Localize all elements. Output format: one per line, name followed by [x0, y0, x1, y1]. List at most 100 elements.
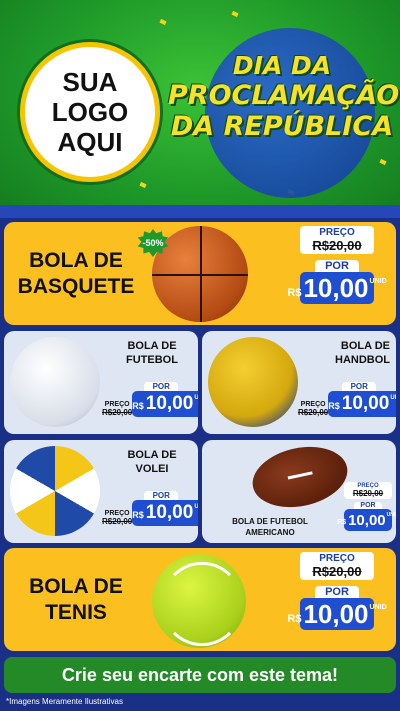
- currency: R$: [287, 287, 302, 299]
- product-title-line2: VOLEI: [135, 463, 169, 475]
- hero-title-line1: DIA DA: [232, 51, 332, 80]
- hero-title: DIA DA PROCLAMAÇÃO DA REPÚBLICA: [168, 51, 400, 142]
- new-price: 10,00: [145, 502, 194, 523]
- unit-label: UNID: [369, 278, 387, 285]
- product-card-handbol[interactable]: BOLA DE HANDBOL PREÇO R$20,00 POR R$ 10,…: [202, 331, 396, 434]
- unit-label: UNID: [386, 512, 396, 518]
- hero-banner: SUA LOGO AQUI DIA DA PROCLAMAÇÃO DA REPÚ…: [0, 0, 400, 218]
- product-title: BOLA DE FUTEBOL AMERICANO: [220, 516, 320, 538]
- old-price-box: PREÇO R$20,00: [344, 482, 392, 499]
- old-price: R$20,00: [352, 489, 384, 498]
- old-price-box: PREÇO R$20,00: [300, 552, 374, 580]
- product-title: BOLA DE HANDBOL: [310, 339, 390, 367]
- new-price: 10,00: [341, 393, 390, 414]
- currency: R$: [132, 510, 144, 520]
- confetti: [139, 181, 147, 189]
- product-title-line1: BOLA DE FUTEBOL: [232, 517, 308, 526]
- preco-label: PREÇO: [319, 227, 355, 238]
- tennis-ball-image: [152, 554, 246, 648]
- product-title-line1: BOLA DE: [127, 340, 177, 352]
- preco-label: PREÇO: [300, 401, 326, 408]
- price-block: PREÇO R$20,00 POR R$ 10,00 UNID: [298, 382, 396, 417]
- old-price-box: PREÇO R$20,00: [102, 401, 132, 417]
- old-price: R$20,00: [298, 408, 329, 417]
- product-title-line2: TENIS: [45, 601, 107, 624]
- product-title-line2: AMERICANO: [245, 528, 295, 537]
- product-title-line2: HANDBOL: [335, 354, 390, 366]
- unit-label: UNID: [369, 604, 387, 611]
- new-price-box: R$ 10,00 UNID: [287, 272, 387, 304]
- cta-banner[interactable]: Crie seu encarte com este tema!: [4, 657, 396, 693]
- por-label: POR: [144, 382, 179, 391]
- american-football-image: [247, 440, 353, 516]
- new-price: 10,00: [348, 512, 386, 529]
- new-price: 10,00: [145, 393, 194, 414]
- new-price-box: R$ 10,00 UNID: [337, 509, 396, 531]
- volleyball-image: [10, 446, 100, 536]
- product-card-tenis[interactable]: BOLA DE TENIS PREÇO R$20,00 POR R$ 10,00…: [4, 548, 396, 651]
- hero-title-line2: PROCLAMAÇÃO: [168, 80, 400, 111]
- unit-label: UNID: [194, 395, 198, 401]
- product-card-futebol[interactable]: BOLA DE FUTEBOL PREÇO R$20,00 POR R$ 10,…: [4, 331, 198, 434]
- currency: R$: [132, 401, 144, 411]
- logo-text-line2: LOGO: [51, 97, 129, 127]
- price-block: PREÇO R$20,00 POR R$ 10,00 UNID: [337, 482, 396, 531]
- old-price-box: PREÇO R$20,00: [300, 226, 374, 254]
- handball-image: [208, 337, 298, 427]
- preco-label: PREÇO: [104, 510, 130, 517]
- confetti: [159, 18, 167, 26]
- product-title: BOLA DE FUTEBOL: [112, 339, 192, 367]
- product-title-line2: BASQUETE: [17, 275, 135, 298]
- product-card-volei[interactable]: BOLA DE VOLEI PREÇO R$20,00 POR R$ 10,00…: [4, 440, 198, 543]
- product-title-line1: BOLA DE: [127, 449, 177, 461]
- unit-label: UNID: [194, 504, 198, 510]
- preco-label: PREÇO: [104, 401, 130, 408]
- currency: R$: [287, 613, 302, 625]
- new-price-box: R$ 10,00 UNID: [328, 391, 396, 417]
- confetti: [231, 10, 239, 18]
- por-label: POR: [354, 502, 382, 509]
- product-card-basquete[interactable]: BOLA DE BASQUETE PREÇO R$20,00 POR R$ 10…: [4, 222, 396, 325]
- new-price: 10,00: [303, 273, 369, 303]
- old-price: R$20,00: [102, 517, 133, 526]
- product-title: BOLA DE BASQUETE: [12, 248, 140, 300]
- football-lace: [288, 471, 314, 480]
- confetti: [379, 158, 387, 166]
- new-price-box: R$ 10,00 UNID: [287, 598, 387, 630]
- old-price: R$20,00: [102, 408, 133, 417]
- por-label: POR: [315, 260, 359, 272]
- product-title: BOLA DE VOLEI: [112, 448, 192, 476]
- por-label: POR: [342, 382, 377, 391]
- old-price-box: PREÇO R$20,00: [102, 510, 132, 526]
- price-block: PREÇO R$20,00 POR R$ 10,00 UNID: [102, 382, 198, 417]
- product-title: BOLA DE TENIS: [12, 574, 140, 626]
- logo-text-line1: SUA: [62, 67, 118, 97]
- por-label: POR: [315, 586, 359, 598]
- price-block: PREÇO R$20,00 POR R$ 10,00 UNID: [102, 491, 198, 526]
- currency: R$: [337, 519, 347, 526]
- basketball-image: [152, 226, 248, 322]
- old-price-box: PREÇO R$20,00: [298, 401, 328, 417]
- old-price: R$20,00: [312, 564, 362, 579]
- new-price-box: R$ 10,00 UNID: [132, 500, 198, 526]
- currency: R$: [328, 401, 340, 411]
- hero-title-line3: DA REPÚBLICA: [170, 111, 394, 142]
- soccer-ball-image: [10, 337, 100, 427]
- por-label: POR: [144, 491, 179, 500]
- price-block: PREÇO R$20,00 POR R$ 10,00 UNID: [287, 552, 387, 630]
- product-title-line1: BOLA DE: [29, 575, 123, 598]
- product-title-line2: FUTEBOL: [126, 354, 178, 366]
- price-block: PREÇO R$20,00 POR R$ 10,00 UNID: [287, 226, 387, 304]
- logo-text-line3: AQUI: [57, 127, 123, 157]
- footnote: *Imagens Meramente Ilustrativas: [6, 697, 123, 706]
- preco-label: PREÇO: [319, 553, 355, 564]
- logo-placeholder[interactable]: SUA LOGO AQUI: [20, 42, 160, 182]
- unit-label: UNID: [390, 395, 396, 401]
- new-price: 10,00: [303, 599, 369, 629]
- old-price: R$20,00: [312, 238, 362, 253]
- hero-stripe: [0, 205, 400, 218]
- new-price-box: R$ 10,00 UNID: [132, 391, 198, 417]
- product-card-americano[interactable]: BOLA DE FUTEBOL AMERICANO PREÇO R$20,00 …: [202, 440, 396, 543]
- product-title-line1: BOLA DE: [340, 340, 390, 352]
- product-title-line1: BOLA DE: [29, 249, 123, 272]
